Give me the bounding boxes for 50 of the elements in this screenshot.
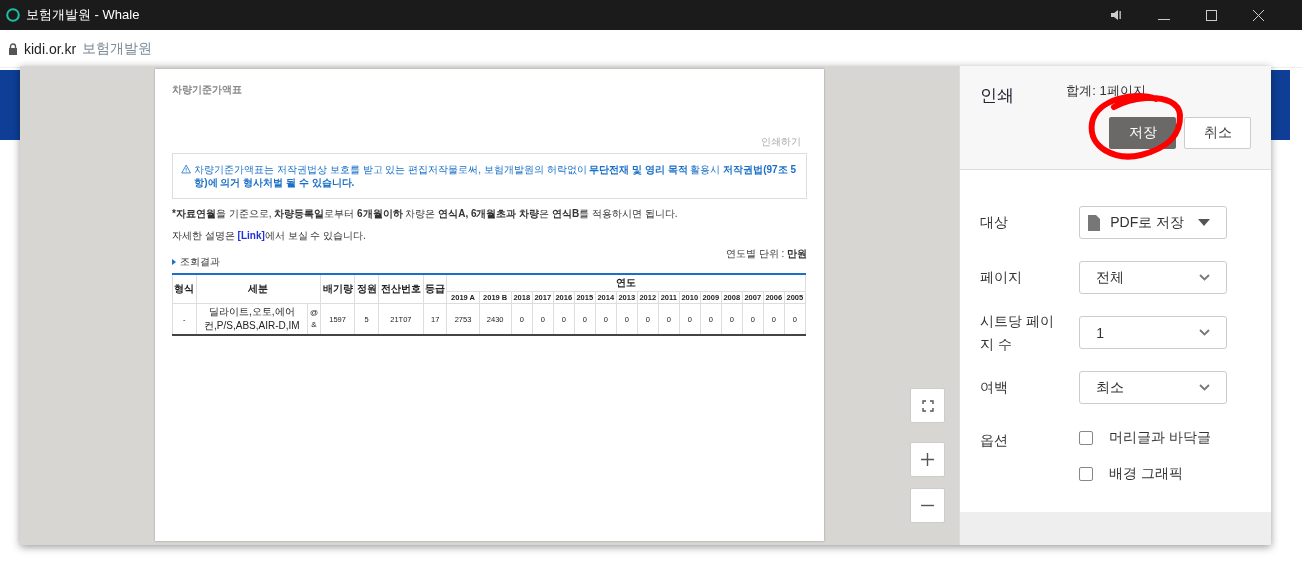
column-header: 배기량 — [320, 274, 355, 304]
dropdown-triangle-icon — [1198, 219, 1210, 226]
page-title: 차량기준가액표 — [172, 83, 243, 97]
setting-label: 여백 — [980, 378, 1010, 398]
dropdown[interactable]: 최소 — [1079, 371, 1227, 404]
cancel-button[interactable]: 취소 — [1184, 117, 1251, 149]
fit-corners-icon — [921, 399, 934, 412]
dropdown[interactable]: 전체 — [1079, 261, 1227, 294]
plus-icon — [921, 453, 934, 466]
fit-to-page-button[interactable] — [910, 388, 945, 423]
link[interactable]: [Link] — [237, 230, 265, 241]
setting-label: 시트당 페이지 수 — [980, 312, 1056, 354]
note-text: *자료연월을 기준으로, 차량등록일로부터 6개월이하 차량은 연식A, 6개월초과 차량은 연식B를 적용하시면 됩니다. — [172, 207, 679, 221]
column-header: 등급 — [423, 274, 447, 304]
setting-label: 대상 — [980, 213, 1010, 233]
unit-text: 연도별 단위 : 만원 — [725, 247, 807, 261]
warning-icon — [181, 163, 192, 175]
option-label: 배경 그래픽 — [1109, 465, 1184, 483]
column-header: 형식 — [172, 274, 197, 304]
speaker-icon[interactable] — [1110, 9, 1122, 21]
save-button[interactable]: 저장 — [1109, 117, 1176, 149]
url-domain[interactable]: kidi.or.kr — [24, 40, 77, 57]
zoom-in-button[interactable] — [910, 442, 945, 477]
option-label: 머리글과 바닥글 — [1109, 429, 1212, 447]
browser-logo-icon — [6, 8, 20, 22]
dropdown[interactable]: 1 — [1079, 316, 1227, 349]
maximize-icon[interactable] — [1206, 9, 1217, 21]
chevron-down-icon — [1199, 329, 1210, 336]
close-icon[interactable] — [1253, 9, 1264, 21]
column-header: 연도 — [446, 274, 806, 292]
section-title: 조회결과 — [180, 255, 220, 269]
detail-text: 자세한 설명은 [Link]에서 보실 수 있습니다. — [172, 229, 367, 243]
bullet-icon — [172, 259, 176, 265]
column-header: 전산번호 — [378, 274, 424, 304]
checkbox[interactable] — [1079, 431, 1094, 445]
window-title: 보험개발원 - Whale — [26, 6, 140, 24]
dropdown[interactable]: PDF로 저장 — [1079, 206, 1227, 239]
notice-text: 차량기준가액표는 저작권법상 보호를 받고 있는 편집저작물로써, 보험개발원의 허락없이 무단전재 및 영리 목적 활용시 저작권법(97조 5항)에 의거 형사처벌 될 수 있습니다. — [194, 163, 797, 189]
setting-label: 페이지 — [980, 268, 1024, 288]
column-header: 세분 — [196, 274, 321, 304]
setting-label: 옵션 — [980, 431, 1010, 450]
chevron-down-icon — [1199, 384, 1210, 391]
document-icon — [1088, 214, 1101, 231]
table-cell: @& — [307, 303, 321, 335]
site-name: 보험개발원 — [82, 39, 153, 58]
dialog-title: 인쇄 — [980, 85, 1016, 107]
chevron-down-icon — [1199, 274, 1210, 281]
lock-icon — [8, 42, 18, 55]
column-header: 정원 — [354, 274, 379, 304]
checkbox[interactable] — [1079, 467, 1094, 481]
